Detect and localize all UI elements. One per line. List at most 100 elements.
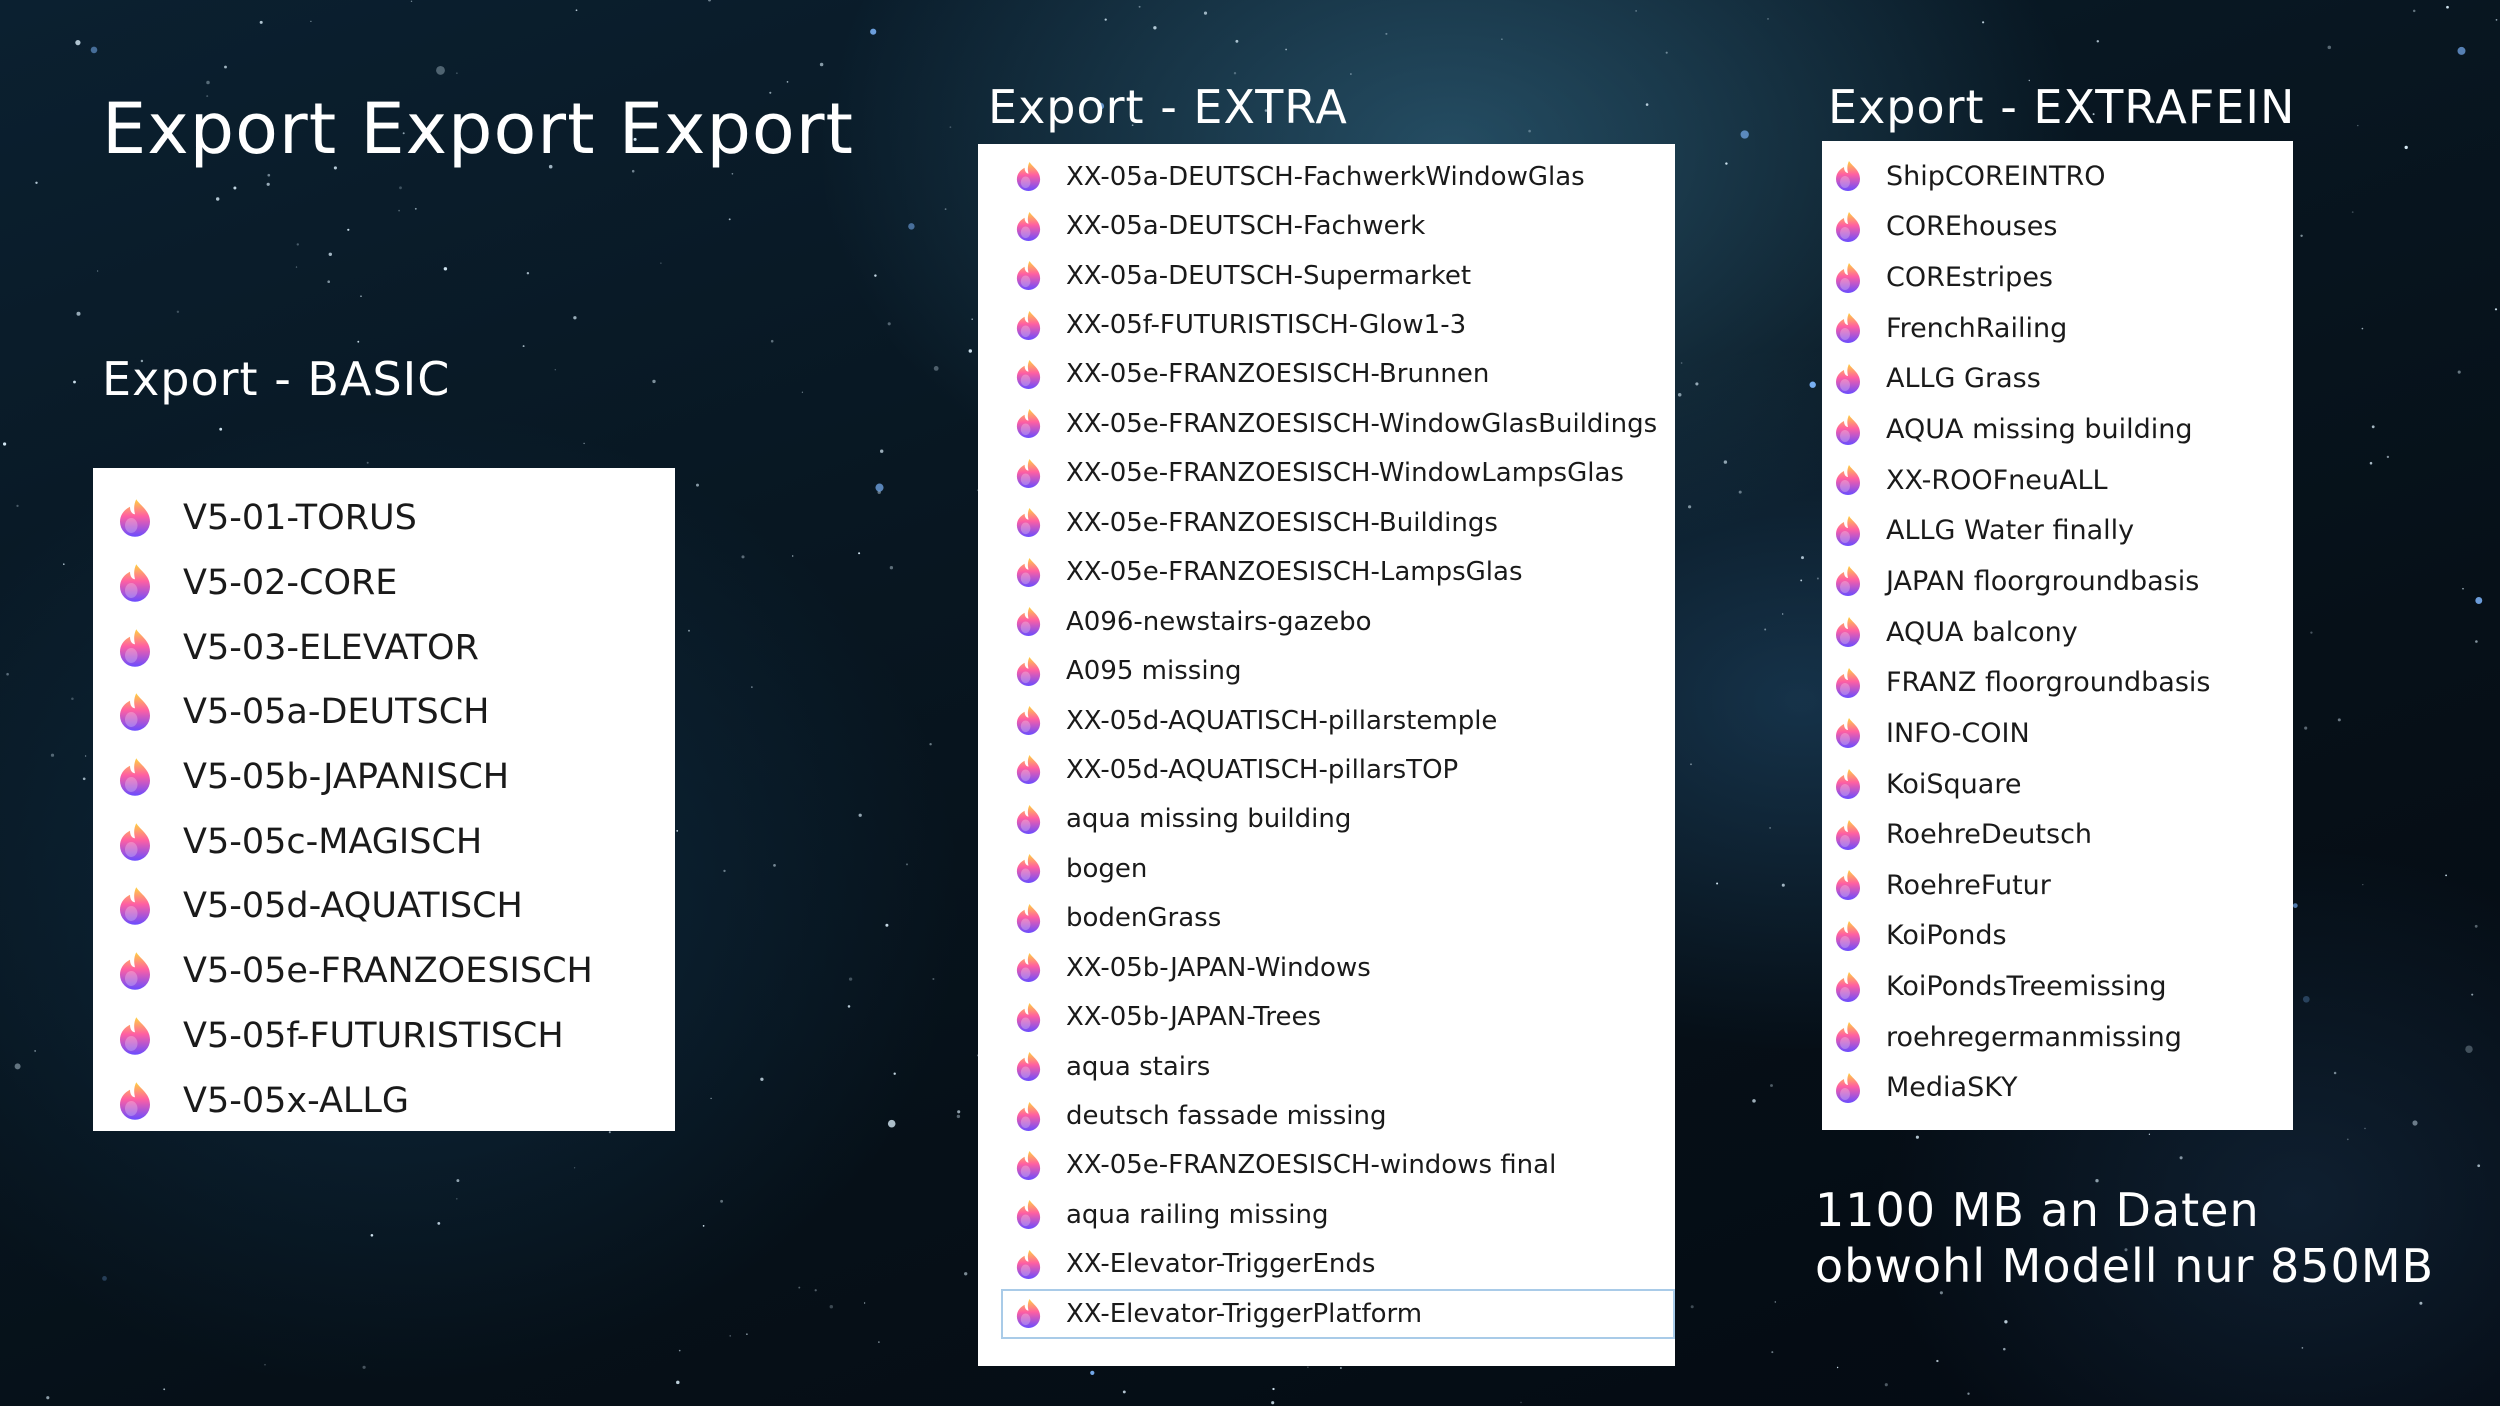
file-name: aqua missing building bbox=[1066, 804, 1352, 835]
file-item[interactable]: V5-05f-FUTURISTISCH bbox=[93, 1004, 675, 1069]
file-item[interactable]: V5-03-ELEVATOR bbox=[93, 615, 675, 680]
file-type-icon bbox=[115, 498, 155, 538]
file-name: COREhouses bbox=[1886, 211, 2058, 243]
file-item[interactable]: V5-05b-JAPANISCH bbox=[93, 745, 675, 810]
file-item[interactable]: KoiPonds bbox=[1822, 911, 2293, 962]
file-type-icon bbox=[1013, 1150, 1044, 1181]
file-name: RoehreFutur bbox=[1886, 869, 2051, 901]
file-type-icon bbox=[1832, 1072, 1864, 1104]
data-size-note: 1100 MB an Daten obwohl Modell nur 850MB bbox=[1815, 1182, 2434, 1294]
file-name: bodenGrass bbox=[1066, 903, 1222, 934]
file-item[interactable]: COREstripes bbox=[1822, 252, 2293, 303]
file-name: V5-05e-FRANZOESISCH bbox=[183, 951, 593, 992]
file-item[interactable]: aqua railing missing bbox=[978, 1190, 1675, 1239]
file-type-icon bbox=[1013, 1051, 1044, 1082]
file-name: XX-05e-FRANZOESISCH-Brunnen bbox=[1066, 359, 1490, 390]
file-type-icon bbox=[1832, 565, 1864, 597]
file-item[interactable]: ALLG Water finally bbox=[1822, 505, 2293, 556]
file-item[interactable]: roehregermanmissing bbox=[1822, 1012, 2293, 1063]
file-item[interactable]: FRANZ floorgroundbasis bbox=[1822, 657, 2293, 708]
basic-file-list: V5-01-TORUS V5-02-CORE V5-03-ELEVATOR V5… bbox=[93, 468, 675, 1131]
file-type-icon bbox=[1013, 952, 1044, 983]
file-name: aqua railing missing bbox=[1066, 1199, 1329, 1230]
file-name: FRANZ floorgroundbasis bbox=[1886, 667, 2211, 699]
file-type-icon bbox=[115, 886, 155, 926]
file-type-icon bbox=[115, 757, 155, 797]
file-item[interactable]: XX-05b-JAPAN-Trees bbox=[978, 992, 1675, 1041]
file-name: bogen bbox=[1066, 853, 1148, 884]
file-item[interactable]: INFO-COIN bbox=[1822, 708, 2293, 759]
file-item[interactable]: XX-Elevator-TriggerEnds bbox=[978, 1240, 1675, 1289]
file-item[interactable]: V5-05a-DEUTSCH bbox=[93, 680, 675, 745]
file-item[interactable]: FrenchRailing bbox=[1822, 303, 2293, 354]
file-item[interactable]: XX-05e-FRANZOESISCH-Buildings bbox=[978, 498, 1675, 547]
file-item[interactable]: AQUA missing building bbox=[1822, 404, 2293, 455]
file-item[interactable]: A096-newstairs-gazebo bbox=[978, 597, 1675, 646]
file-item[interactable]: V5-05x-ALLG bbox=[93, 1068, 675, 1131]
file-item[interactable]: XX-05e-FRANZOESISCH-WindowLampsGlas bbox=[978, 449, 1675, 498]
file-type-icon bbox=[1832, 262, 1864, 294]
file-item[interactable]: XX-05e-FRANZOESISCH-Brunnen bbox=[978, 350, 1675, 399]
file-item[interactable]: XX-05f-FUTURISTISCH-Glow1-3 bbox=[978, 300, 1675, 349]
file-name: KoiPondsTreemissing bbox=[1886, 971, 2167, 1003]
file-item[interactable]: XX-05a-DEUTSCH-FachwerkWindowGlas bbox=[978, 152, 1675, 201]
file-name: XX-05e-FRANZOESISCH-LampsGlas bbox=[1066, 557, 1523, 588]
file-item[interactable]: V5-02-CORE bbox=[93, 551, 675, 616]
file-type-icon bbox=[1013, 705, 1044, 736]
file-type-icon bbox=[115, 1081, 155, 1121]
file-type-icon bbox=[1013, 161, 1044, 192]
file-type-icon bbox=[1832, 819, 1864, 851]
file-item[interactable]: KoiPondsTreemissing bbox=[1822, 961, 2293, 1012]
file-name: XX-Elevator-TriggerPlatform bbox=[1066, 1298, 1423, 1329]
file-name: XX-05e-FRANZOESISCH-windows final bbox=[1066, 1150, 1557, 1181]
file-type-icon bbox=[1832, 1021, 1864, 1053]
file-item[interactable]: XX-ROOFneuALL bbox=[1822, 455, 2293, 506]
file-item[interactable]: XX-05d-AQUATISCH-pillarstemple bbox=[978, 696, 1675, 745]
file-type-icon bbox=[1013, 606, 1044, 637]
file-type-icon bbox=[1013, 1002, 1044, 1033]
file-name: XX-05a-DEUTSCH-Fachwerk bbox=[1066, 211, 1426, 242]
file-type-icon bbox=[1013, 310, 1044, 341]
file-type-icon bbox=[1832, 920, 1864, 952]
file-item[interactable]: deutsch fassade missing bbox=[978, 1091, 1675, 1140]
file-item[interactable]: XX-05e-FRANZOESISCH-LampsGlas bbox=[978, 548, 1675, 597]
extra-section-title: Export - EXTRA bbox=[988, 80, 1348, 134]
file-item[interactable]: RoehreDeutsch bbox=[1822, 809, 2293, 860]
file-item[interactable]: RoehreFutur bbox=[1822, 860, 2293, 911]
file-item[interactable]: MediaSKY bbox=[1822, 1063, 2293, 1114]
file-item[interactable]: XX-05e-FRANZOESISCH-windows final bbox=[978, 1141, 1675, 1190]
data-size-line-2: obwohl Modell nur 850MB bbox=[1815, 1239, 2435, 1293]
file-item[interactable]: aqua missing building bbox=[978, 795, 1675, 844]
file-name: V5-05f-FUTURISTISCH bbox=[183, 1015, 564, 1056]
file-item[interactable]: KoiSquare bbox=[1822, 759, 2293, 810]
file-item[interactable]: bodenGrass bbox=[978, 894, 1675, 943]
file-name: ALLG Grass bbox=[1886, 363, 2041, 395]
file-item[interactable]: V5-05e-FRANZOESISCH bbox=[93, 939, 675, 1004]
file-item[interactable]: V5-05d-AQUATISCH bbox=[93, 874, 675, 939]
file-name: XX-05a-DEUTSCH-Supermarket bbox=[1066, 260, 1472, 291]
file-name: A095 missing bbox=[1066, 656, 1242, 687]
file-type-icon bbox=[1013, 557, 1044, 588]
file-item[interactable]: V5-05c-MAGISCH bbox=[93, 809, 675, 874]
file-type-icon bbox=[1013, 458, 1044, 489]
file-name: INFO-COIN bbox=[1886, 717, 2030, 749]
file-item[interactable]: XX-05d-AQUATISCH-pillarsTOP bbox=[978, 745, 1675, 794]
file-item[interactable]: XX-05a-DEUTSCH-Supermarket bbox=[978, 251, 1675, 300]
file-item[interactable]: ShipCOREINTRO bbox=[1822, 151, 2293, 202]
file-item[interactable]: aqua stairs bbox=[978, 1042, 1675, 1091]
file-item[interactable]: bogen bbox=[978, 844, 1675, 893]
file-name: V5-05a-DEUTSCH bbox=[183, 692, 490, 733]
file-item[interactable]: XX-05e-FRANZOESISCH-WindowGlasBuildings bbox=[978, 399, 1675, 448]
slide-title: Export Export Export bbox=[102, 88, 854, 170]
file-item[interactable]: JAPAN floorgroundbasis bbox=[1822, 556, 2293, 607]
file-item[interactable]: A095 missing bbox=[978, 646, 1675, 695]
file-item-selected[interactable]: XX-Elevator-TriggerPlatform bbox=[1001, 1289, 1675, 1339]
file-item[interactable]: V5-01-TORUS bbox=[93, 486, 675, 551]
file-type-icon bbox=[1832, 312, 1864, 344]
file-item[interactable]: XX-05a-DEUTSCH-Fachwerk bbox=[978, 201, 1675, 250]
file-item[interactable]: XX-05b-JAPAN-Windows bbox=[978, 943, 1675, 992]
file-item[interactable]: COREhouses bbox=[1822, 202, 2293, 253]
file-name: XX-05e-FRANZOESISCH-Buildings bbox=[1066, 507, 1498, 538]
file-item[interactable]: ALLG Grass bbox=[1822, 354, 2293, 405]
file-item[interactable]: AQUA balcony bbox=[1822, 607, 2293, 658]
